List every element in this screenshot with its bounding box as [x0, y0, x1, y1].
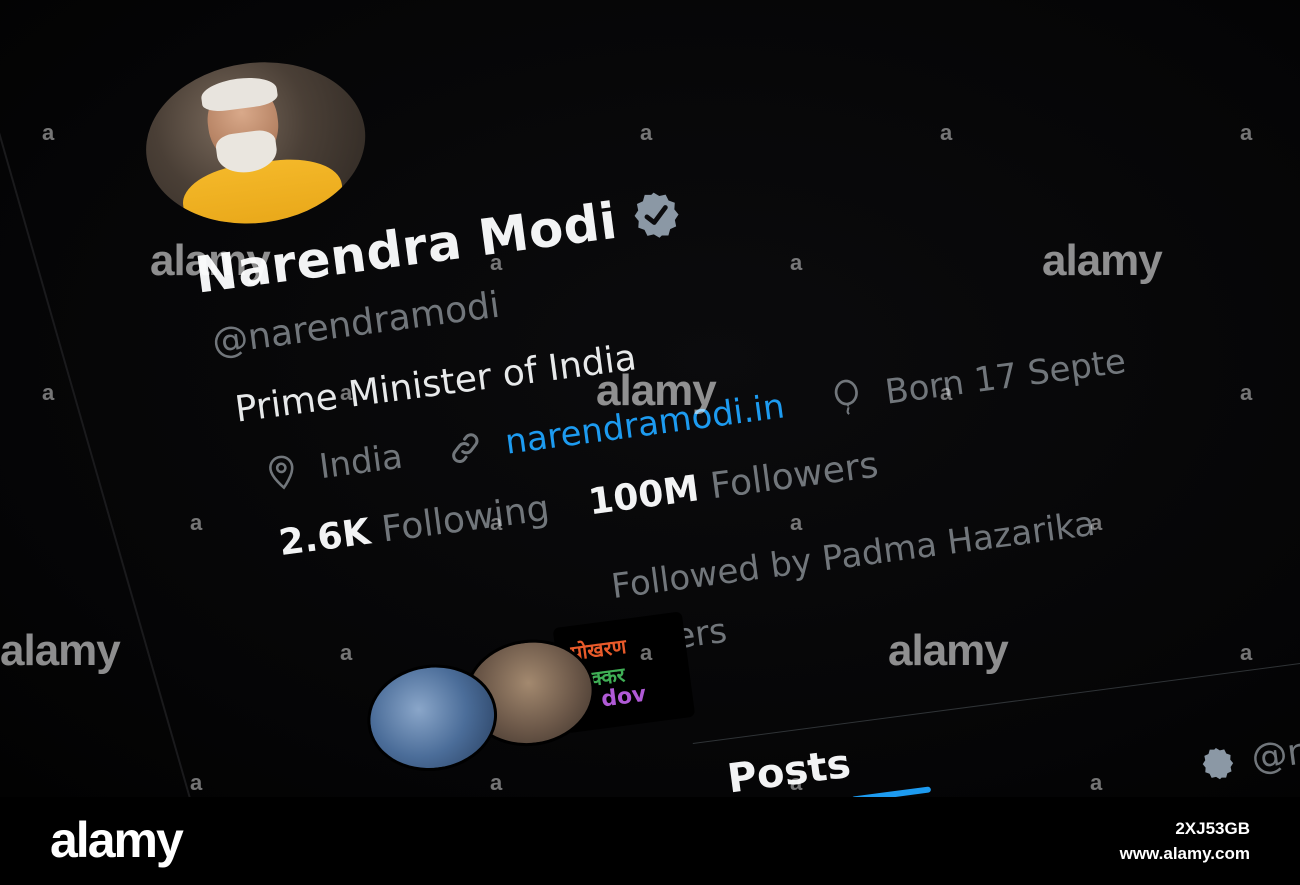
- watermark: alamy: [150, 236, 271, 285]
- following-label[interactable]: Following: [379, 488, 552, 551]
- link-icon: [452, 433, 479, 463]
- balloon-icon: [834, 379, 858, 415]
- watermark-dot: a: [940, 120, 953, 145]
- watermark-dot: a: [42, 380, 55, 405]
- followed-by-avatars[interactable]: पोखरण टक्कर dov: [358, 611, 696, 783]
- watermark-dot: a: [790, 250, 803, 275]
- watermark-dot: a: [340, 380, 353, 405]
- following-count[interactable]: 2.6K: [277, 511, 373, 564]
- watermark-dot: a: [640, 640, 653, 665]
- alamy-logo: alamy: [50, 812, 184, 868]
- post-author-row: @na: [1197, 728, 1300, 786]
- profile-tabs: Posts @na: [692, 625, 1300, 797]
- watermark: alamy: [596, 366, 717, 415]
- stock-footer: alamy 2XJ53GB www.alamy.com: [0, 797, 1300, 885]
- verified-badge-icon[interactable]: [627, 186, 685, 244]
- watermark-dot: a: [1240, 640, 1253, 665]
- followers-label[interactable]: Followers: [708, 445, 881, 508]
- watermark-dot: a: [1090, 510, 1103, 535]
- post-author-handle[interactable]: @na: [1249, 728, 1300, 779]
- watermark-dot: a: [490, 510, 503, 535]
- profile-avatar[interactable]: [136, 49, 376, 237]
- watermark-dot: a: [190, 770, 203, 795]
- location-pin-icon: [269, 455, 294, 490]
- birth-text: Born 17 Septe: [882, 341, 1129, 413]
- watermark: alamy: [1042, 236, 1163, 285]
- watermark-dot: a: [1240, 380, 1253, 405]
- watermark-dot: a: [42, 120, 55, 145]
- watermark-dot: a: [190, 510, 203, 535]
- followers-count[interactable]: 100M: [586, 468, 701, 523]
- alamy-url: www.alamy.com: [1119, 844, 1250, 863]
- watermark-dot: a: [340, 640, 353, 665]
- watermark-dot: a: [1240, 120, 1253, 145]
- watermark-dot: a: [790, 510, 803, 535]
- location-text: India: [316, 436, 405, 488]
- meta-location: India: [263, 436, 405, 495]
- watermark: alamy: [0, 626, 121, 675]
- watermark-dot: a: [1090, 770, 1103, 795]
- watermark-dot: a: [940, 380, 953, 405]
- image-id: 2XJ53GB: [1175, 819, 1250, 838]
- verified-badge-icon: [1202, 747, 1234, 779]
- watermark-dot: a: [490, 770, 503, 795]
- watermark-dot: a: [790, 770, 803, 795]
- watermark-dot: a: [640, 120, 653, 145]
- watermark: alamy: [888, 626, 1009, 675]
- active-tab-indicator: [851, 786, 932, 797]
- screen-photo: Narendra Modi @narendramodi Prime Minist…: [0, 0, 1300, 797]
- meta-birth: Born 17 Septe: [827, 341, 1128, 420]
- avatar-logo-text: dov: [599, 681, 648, 713]
- watermark-dot: a: [490, 250, 503, 275]
